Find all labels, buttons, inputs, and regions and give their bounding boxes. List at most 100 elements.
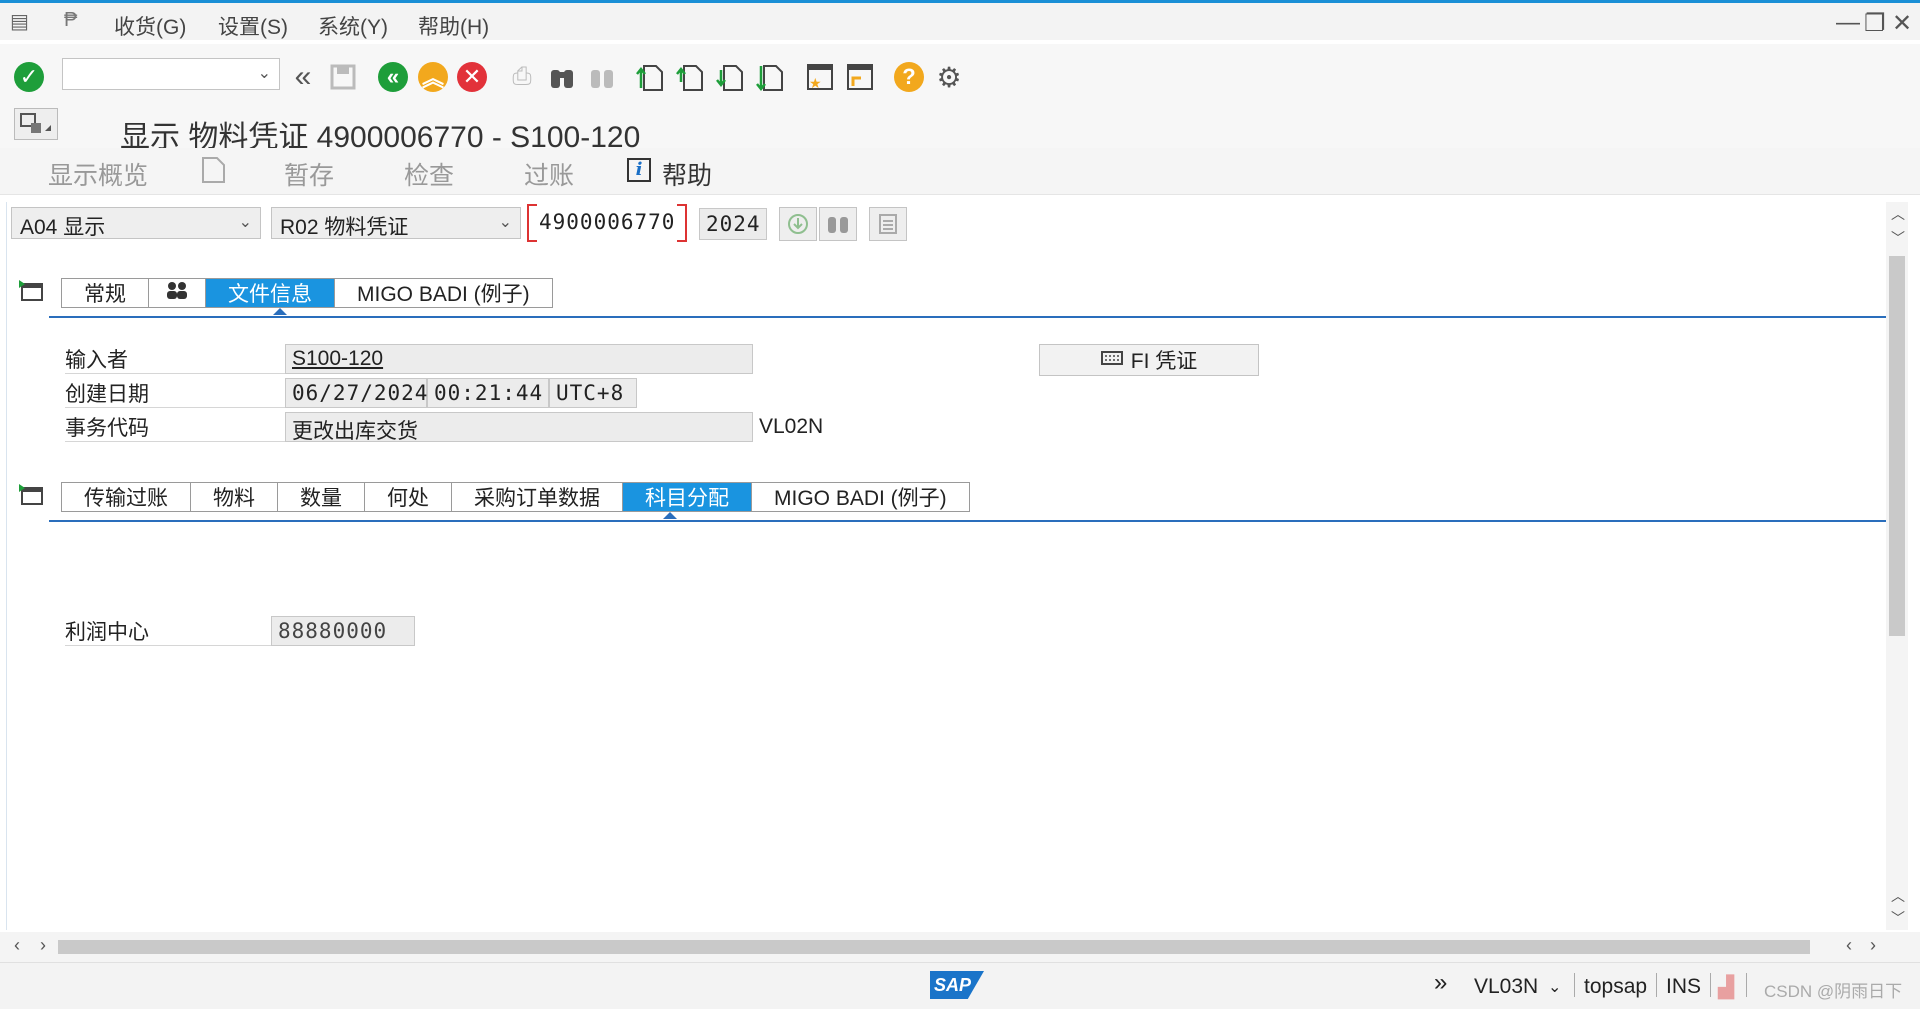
find-next-icon[interactable] xyxy=(585,60,619,94)
scroll-up-icon[interactable]: ︿ xyxy=(1891,204,1905,224)
command-field[interactable]: ⌄ xyxy=(62,58,280,90)
menu-bar: ▤ ₱ 收货(G) 设置(S) 系统(Y) 帮助(H) — ❐ ✕ xyxy=(0,0,1920,40)
reference-select-value: R02 物料凭证 xyxy=(280,216,409,239)
timezone-field: UTC+8 xyxy=(549,378,637,408)
sap-logo: SAP xyxy=(930,971,984,999)
menu-system[interactable]: 系统(Y) xyxy=(318,11,388,41)
tab-transfer-posting[interactable]: 传输过账 xyxy=(62,483,191,511)
exit-icon[interactable]: ︽ xyxy=(416,60,450,94)
signal-icon: ▟ xyxy=(1718,976,1735,999)
year-input[interactable]: 2024 xyxy=(699,208,767,240)
active-tab-pointer xyxy=(663,512,677,519)
calculator-icon[interactable] xyxy=(869,207,907,241)
menu-help[interactable]: 帮助(H) xyxy=(418,11,489,41)
tab-where[interactable]: 何处 xyxy=(365,483,452,511)
back-icon[interactable]: « xyxy=(376,60,410,94)
divider xyxy=(1746,973,1747,997)
back-double-icon[interactable]: « xyxy=(286,60,320,94)
document-number-input[interactable]: 4900006770 xyxy=(533,206,685,240)
cancel-icon[interactable]: ✕ xyxy=(455,60,489,94)
transaction-code: VL02N xyxy=(759,415,824,438)
scroll-down-icon[interactable]: ﹀ xyxy=(1891,228,1905,248)
tab-document-info[interactable]: 文件信息 xyxy=(206,279,335,307)
tab-partner[interactable] xyxy=(149,279,206,307)
vertical-scroll-thumb[interactable] xyxy=(1889,256,1905,636)
tab-general[interactable]: 常规 xyxy=(62,279,149,307)
next-page-icon[interactable] xyxy=(714,60,748,94)
action-select-value: A04 显示 xyxy=(20,216,106,239)
menu-icon[interactable]: ▤ xyxy=(10,9,29,34)
overview-button[interactable]: 显示概览 xyxy=(48,156,148,192)
find-icon[interactable] xyxy=(545,60,579,94)
created-date-field: 06/27/2024 xyxy=(285,378,427,408)
fi-document-label: FI 凭证 xyxy=(1130,350,1198,373)
execute-icon[interactable] xyxy=(779,207,817,241)
transaction-label: 事务代码 xyxy=(65,412,289,442)
chevron-down-icon[interactable]: ⌄ xyxy=(258,63,271,83)
horizontal-scroll-thumb[interactable] xyxy=(58,940,1810,954)
tab-purchase-order-data[interactable]: 采购订单数据 xyxy=(452,483,623,511)
tab-migo-badi-item[interactable]: MIGO BADI (例子) xyxy=(752,483,969,511)
post-button[interactable]: 过账 xyxy=(524,156,574,192)
save-icon[interactable] xyxy=(326,60,360,94)
new-document-icon[interactable] xyxy=(200,156,226,191)
check-button[interactable]: 检查 xyxy=(404,156,454,192)
watermark: CSDN @阴雨日下 xyxy=(1764,982,1903,1001)
close-icon[interactable]: ✕ xyxy=(1892,9,1912,38)
help-button[interactable]: 帮助 xyxy=(662,156,712,192)
print-icon[interactable]: ⎙ xyxy=(505,60,539,94)
first-page-icon[interactable] xyxy=(634,60,668,94)
menu-goods-receipt[interactable]: 收货(G) xyxy=(114,11,186,41)
check-icon[interactable]: ✓ xyxy=(12,60,46,94)
header-tabstrip: 常规 文件信息 MIGO BADI (例子) xyxy=(61,278,553,308)
search-icon[interactable] xyxy=(819,207,857,241)
tab-material[interactable]: 物料 xyxy=(191,483,278,511)
tab-quantity[interactable]: 数量 xyxy=(278,483,365,511)
menu-settings[interactable]: 设置(S) xyxy=(218,11,288,41)
users-icon xyxy=(165,280,189,306)
scroll-up-icon[interactable]: ︿ xyxy=(1891,886,1905,906)
hold-button[interactable]: 暂存 xyxy=(284,156,334,192)
scroll-left-icon[interactable]: ‹ xyxy=(14,935,20,956)
divider xyxy=(1656,973,1657,997)
document-number-value: 4900006770 xyxy=(539,210,676,234)
customize-icon[interactable]: ₱ xyxy=(64,9,77,32)
document-icon xyxy=(1100,348,1123,372)
expand-status-icon[interactable]: » xyxy=(1434,969,1447,997)
shortcut-icon[interactable] xyxy=(843,60,877,94)
expand-header-icon[interactable] xyxy=(17,278,47,304)
tab-account-assignment[interactable]: 科目分配 xyxy=(623,483,752,511)
server-name: topsap xyxy=(1584,975,1648,998)
timezone-value: UTC+8 xyxy=(556,381,625,405)
scroll-down-icon[interactable]: ﹀ xyxy=(1891,908,1905,928)
info-icon[interactable]: i xyxy=(627,158,651,182)
entered-by-value: S100-120 xyxy=(292,347,384,370)
minimize-icon[interactable]: — xyxy=(1836,9,1860,37)
scroll-right-icon[interactable]: › xyxy=(1870,935,1876,956)
scroll-left-icon[interactable]: ‹ xyxy=(1846,935,1852,956)
application-toolbar: 显示概览 暂存 检查 过账 i 帮助 xyxy=(0,148,1920,195)
scroll-right-icon[interactable]: › xyxy=(40,935,46,956)
restore-icon[interactable]: ❐ xyxy=(1864,9,1886,38)
reference-select[interactable]: R02 物料凭证 ⌄ xyxy=(271,207,521,239)
action-select[interactable]: A04 显示 ⌄ xyxy=(11,207,261,239)
horizontal-scrollbar[interactable]: ‹ › ‹ › xyxy=(0,932,1920,962)
fi-document-button[interactable]: FI 凭证 xyxy=(1039,344,1259,376)
help-icon[interactable]: ? xyxy=(892,60,926,94)
prev-page-icon[interactable] xyxy=(674,60,708,94)
chevron-down-icon[interactable]: ⌄ xyxy=(1548,977,1561,997)
chevron-down-icon[interactable]: ⌄ xyxy=(239,212,252,232)
profit-center-value: 88880000 xyxy=(278,619,388,643)
last-page-icon[interactable] xyxy=(754,60,788,94)
settings-icon[interactable]: ⚙ xyxy=(932,60,966,94)
transaction-code-status: VL03N xyxy=(1474,975,1539,998)
display-toggle-icon[interactable] xyxy=(14,108,58,140)
svg-text:★: ★ xyxy=(809,75,822,91)
tab-migo-badi[interactable]: MIGO BADI (例子) xyxy=(335,279,552,307)
create-session-icon[interactable]: ★ xyxy=(803,60,837,94)
created-date-value: 06/27/2024 xyxy=(292,381,429,405)
vertical-scrollbar[interactable]: ︿ ﹀ ︿ ﹀ xyxy=(1886,202,1908,930)
expand-item-icon[interactable] xyxy=(17,482,47,508)
chevron-down-icon[interactable]: ⌄ xyxy=(499,212,512,232)
standard-toolbar: ✓ ⌄ « « ︽ ✕ ⎙ ★ ? ⚙ xyxy=(0,44,1920,111)
